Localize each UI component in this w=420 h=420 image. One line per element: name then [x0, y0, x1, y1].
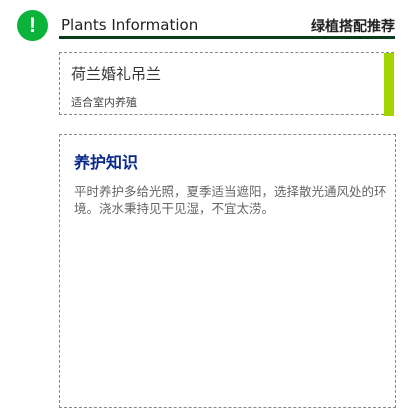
page-subtitle: 绿植搭配推荐: [311, 19, 395, 35]
care-card: 养护知识 平时养护多给光照，夏季适当遮阳，选择散光通风处的环境。浇水秉持见干见湿…: [59, 134, 396, 408]
care-title: 养护知识: [74, 153, 139, 172]
exclamation-circle-icon: !: [17, 10, 48, 41]
header: Plants Information 绿植搭配推荐: [59, 12, 395, 39]
care-body: 平时养护多给光照，夏季适当遮阳，选择散光通风处的环境。浇水秉持见干见湿，不宜太涝…: [74, 184, 387, 216]
plant-name: 荷兰婚礼吊兰: [71, 65, 162, 83]
page-title: Plants Information: [61, 16, 199, 34]
accent-bar: [384, 53, 394, 116]
plant-card: 荷兰婚礼吊兰 适合室内养殖: [59, 52, 394, 116]
plant-note: 适合室内养殖: [71, 96, 137, 109]
